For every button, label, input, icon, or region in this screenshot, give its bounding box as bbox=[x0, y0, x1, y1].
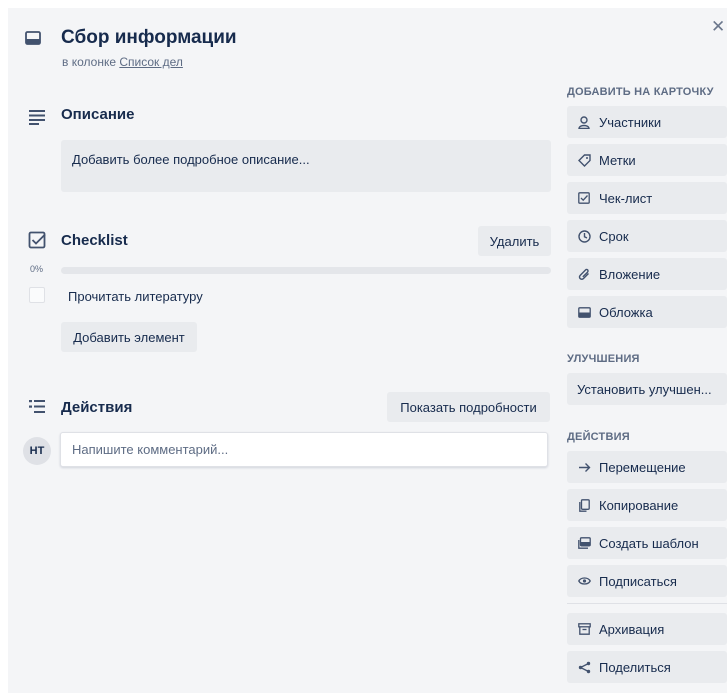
members-button[interactable]: Участники bbox=[567, 106, 727, 138]
arrow-right-icon bbox=[577, 460, 591, 474]
labels-label: Метки bbox=[599, 152, 636, 168]
activity-icon bbox=[29, 400, 45, 413]
actions-heading: ДЕЙСТВИЯ bbox=[567, 431, 630, 443]
show-details-button[interactable]: Показать подробности bbox=[387, 392, 550, 422]
copy-label: Копирование bbox=[599, 497, 679, 513]
checklist-icon bbox=[28, 231, 46, 249]
move-button[interactable]: Перемещение bbox=[567, 451, 727, 483]
archive-icon bbox=[577, 622, 591, 636]
checklist-progress-percent: 0% bbox=[30, 264, 44, 274]
checklist-progress-bar bbox=[61, 267, 551, 274]
archive-label: Архивация bbox=[599, 621, 665, 637]
checklist-item-label[interactable]: Прочитать литературу bbox=[68, 289, 203, 304]
attachment-button[interactable]: Вложение bbox=[567, 258, 727, 290]
checkbox-icon bbox=[577, 191, 591, 205]
card-location: в колонке Список дел bbox=[62, 55, 183, 69]
delete-checklist-button[interactable]: Удалить bbox=[478, 226, 551, 256]
share-button[interactable]: Поделиться bbox=[567, 651, 727, 683]
move-label: Перемещение bbox=[599, 459, 686, 475]
close-icon[interactable]: ✕ bbox=[711, 18, 725, 35]
card-icon bbox=[25, 31, 41, 45]
members-label: Участники bbox=[599, 114, 662, 130]
checklist-item-checkbox[interactable] bbox=[29, 287, 45, 303]
eye-icon bbox=[577, 574, 591, 588]
due-date-label: Срок bbox=[599, 228, 629, 244]
list-link[interactable]: Список дел bbox=[119, 55, 183, 69]
person-icon bbox=[577, 115, 591, 129]
template-icon bbox=[577, 536, 591, 550]
activity-title: Действия bbox=[61, 399, 133, 416]
sidebar-divider bbox=[567, 603, 727, 604]
description-title: Описание bbox=[61, 106, 135, 123]
powerups-heading: УЛУЧШЕНИЯ bbox=[567, 353, 640, 365]
install-powerups-label: Установить улучшен... bbox=[577, 381, 712, 397]
card-cover-icon bbox=[577, 305, 591, 319]
card-title[interactable]: Сбор информации bbox=[61, 27, 237, 49]
make-template-button[interactable]: Создать шаблон bbox=[567, 527, 727, 559]
labels-button[interactable]: Метки bbox=[567, 144, 727, 176]
cover-label: Обложка bbox=[599, 304, 653, 320]
make-template-label: Создать шаблон bbox=[599, 535, 699, 551]
watch-label: Подписаться bbox=[599, 573, 677, 589]
comment-input[interactable] bbox=[60, 432, 548, 467]
share-label: Поделиться bbox=[599, 659, 671, 675]
checklist-add-button[interactable]: Чек-лист bbox=[567, 182, 727, 214]
tag-icon bbox=[577, 153, 591, 167]
checklist-add-label: Чек-лист bbox=[599, 190, 653, 206]
share-icon bbox=[577, 660, 591, 674]
paperclip-icon bbox=[577, 267, 591, 281]
cover-button[interactable]: Обложка bbox=[567, 296, 727, 328]
add-to-card-heading: ДОБАВИТЬ НА КАРТОЧКУ bbox=[567, 86, 714, 98]
copy-button[interactable]: Копирование bbox=[567, 489, 727, 521]
clock-icon bbox=[577, 229, 591, 243]
due-date-button[interactable]: Срок bbox=[567, 220, 727, 252]
description-editor[interactable]: Добавить более подробное описание... bbox=[61, 140, 551, 192]
description-icon bbox=[29, 110, 45, 125]
add-checklist-item-button[interactable]: Добавить элемент bbox=[61, 322, 197, 352]
avatar[interactable]: НТ bbox=[23, 437, 51, 465]
copy-icon bbox=[577, 498, 591, 512]
description-placeholder: Добавить более подробное описание... bbox=[72, 152, 310, 167]
archive-button[interactable]: Архивация bbox=[567, 613, 727, 645]
watch-button[interactable]: Подписаться bbox=[567, 565, 727, 597]
checklist-title[interactable]: Checklist bbox=[61, 232, 128, 249]
location-prefix: в колонке bbox=[62, 55, 116, 69]
install-powerups-button[interactable]: Установить улучшен... bbox=[567, 373, 727, 405]
attachment-label: Вложение bbox=[599, 266, 661, 282]
